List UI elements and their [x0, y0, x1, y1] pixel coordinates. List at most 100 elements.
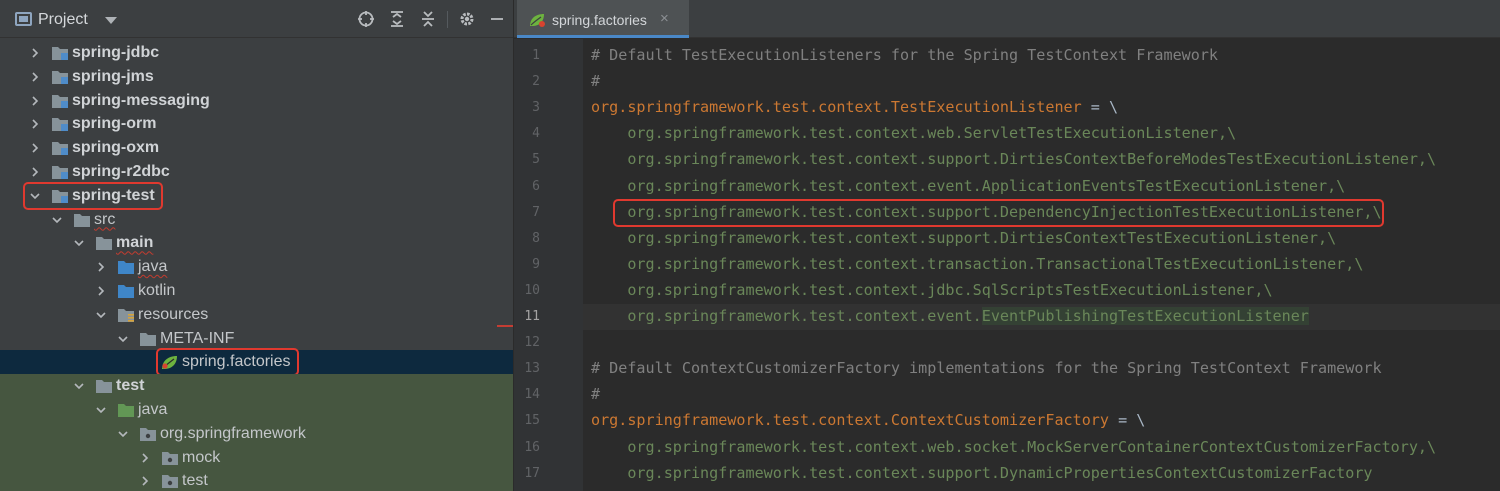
code-token: org.springframework.test.context.support… [591, 150, 1437, 169]
tree-row[interactable]: kotlin [0, 279, 513, 303]
tree-row[interactable]: test [0, 469, 513, 491]
code-line[interactable]: org.springframework.test.context.support… [591, 464, 1372, 482]
code-line[interactable]: org.springframework.test.context.event.A… [591, 177, 1345, 195]
collapse-all-icon[interactable] [419, 10, 437, 28]
chevron-down-icon[interactable] [117, 333, 129, 345]
source-folder-icon [117, 259, 135, 275]
line-number: 14 [524, 387, 540, 403]
plain-folder-icon [73, 212, 91, 228]
chevron-down-icon[interactable] [95, 309, 107, 321]
highlight-box [23, 181, 163, 210]
chevron-right-icon[interactable] [29, 47, 41, 59]
line-number: 9 [532, 256, 540, 272]
line-number: 2 [532, 74, 540, 90]
module-folder-icon [51, 45, 69, 61]
chevron-down-icon[interactable] [105, 17, 117, 24]
tree-row[interactable]: resources [0, 303, 513, 327]
tree-row[interactable]: java [0, 398, 513, 422]
line-number: 6 [532, 178, 540, 194]
editor-tab-bar: spring.factories × [514, 0, 1500, 38]
tree-row[interactable]: src [0, 208, 513, 232]
tree-row[interactable]: spring-oxm [0, 136, 513, 160]
tree-item-label: mock [182, 448, 221, 466]
code-line[interactable]: # [591, 385, 600, 403]
hide-panel-icon[interactable] [488, 10, 506, 28]
project-view-title[interactable]: Project [38, 11, 88, 29]
code-line[interactable]: org.springframework.test.context.TestExe… [591, 98, 1118, 116]
chevron-right-icon[interactable] [139, 475, 151, 487]
tree-item-label: test [182, 472, 208, 490]
tree-row[interactable]: spring-jms [0, 65, 513, 89]
code-line[interactable]: org.springframework.test.context.event.E… [591, 307, 1309, 325]
tree-item-label: spring-jms [72, 67, 154, 85]
locate-file-icon[interactable] [357, 10, 375, 28]
chevron-right-icon[interactable] [95, 285, 107, 297]
header-separator [447, 11, 448, 28]
chevron-right-icon[interactable] [29, 166, 41, 178]
code-line[interactable]: # Default ContextCustomizerFactory imple… [591, 359, 1382, 377]
code-token: EventPublishingTestExecutionListener [981, 307, 1309, 325]
tree-row[interactable]: META-INF [0, 327, 513, 351]
chevron-right-icon[interactable] [139, 452, 151, 464]
close-icon[interactable]: × [660, 10, 669, 27]
chevron-right-icon[interactable] [95, 261, 107, 273]
code-line[interactable]: # Default TestExecutionListeners for the… [591, 46, 1218, 64]
line-number: 15 [524, 413, 540, 429]
code-token: # Default ContextCustomizerFactory imple… [591, 359, 1382, 378]
code-line[interactable]: org.springframework.test.context.Context… [591, 411, 1145, 429]
code-token: org.springframework.test.context.event.A… [591, 176, 1346, 195]
chevron-down-icon[interactable] [95, 404, 107, 416]
tree-row[interactable]: spring-orm [0, 112, 513, 136]
code-line[interactable]: # [591, 72, 600, 90]
code-line[interactable]: org.springframework.test.context.support… [591, 150, 1436, 168]
tree-item-label: java [138, 258, 168, 276]
chevron-down-icon[interactable] [51, 214, 63, 226]
line-number: 17 [524, 465, 540, 481]
code-line[interactable]: org.springframework.test.context.jdbc.Sq… [591, 281, 1272, 299]
code-line[interactable]: org.springframework.test.context.transac… [591, 255, 1363, 273]
tree-row[interactable]: main [0, 231, 513, 255]
code-token: org.springframework.test.context.transac… [591, 254, 1364, 273]
tree-item-label: spring-messaging [72, 91, 210, 109]
project-window-icon [15, 12, 32, 26]
code-line[interactable]: org.springframework.test.context.web.Ser… [591, 124, 1236, 142]
plain-folder-icon [139, 331, 157, 347]
highlight-box [613, 198, 1384, 227]
expand-all-icon[interactable] [388, 10, 406, 28]
line-number: 1 [532, 48, 540, 63]
tree-item-label: META-INF [160, 329, 235, 347]
chevron-right-icon[interactable] [29, 118, 41, 130]
line-number: 8 [532, 230, 540, 246]
tab-spring-factories[interactable]: spring.factories × [517, 0, 689, 38]
chevron-right-icon[interactable] [29, 142, 41, 154]
chevron-down-icon[interactable] [117, 428, 129, 440]
project-tree: spring-jdbc spring-jms spring-messaging spr… [0, 40, 513, 491]
code-line[interactable]: org.springframework.test.context.support… [591, 229, 1336, 247]
code-token: org.springframework.test.context.TestExe… [591, 98, 1082, 117]
chevron-right-icon[interactable] [29, 71, 41, 83]
spring-leaf-icon [528, 12, 546, 28]
code-token: org.springframework.test.context.web.soc… [591, 437, 1437, 456]
tree-row[interactable]: test [0, 374, 513, 399]
line-number: 7 [532, 204, 540, 220]
chevron-down-icon[interactable] [73, 237, 85, 249]
tree-item-label: spring-r2dbc [72, 163, 170, 180]
gear-icon[interactable] [458, 10, 476, 28]
code-line[interactable]: org.springframework.test.context.web.soc… [591, 438, 1436, 456]
tree-row[interactable]: spring-r2dbc [0, 160, 513, 184]
tree-item-label: kotlin [138, 282, 176, 299]
line-number: 4 [532, 126, 540, 142]
line-number: 16 [524, 439, 540, 455]
tree-row[interactable]: org.springframework [0, 421, 513, 446]
error-stripe-mark [497, 325, 513, 327]
tree-row[interactable]: spring-jdbc [0, 41, 513, 65]
tree-item-label: spring-jdbc [72, 44, 160, 61]
tree-row[interactable]: spring-messaging [0, 89, 513, 113]
module-folder-icon [51, 164, 69, 180]
tree-item-label: spring-orm [72, 115, 157, 133]
chevron-down-icon[interactable] [73, 380, 85, 392]
chevron-right-icon[interactable] [29, 95, 41, 107]
tree-row[interactable]: java [0, 255, 513, 279]
tree-item-label: org.springframework [160, 424, 306, 442]
tree-row[interactable]: mock [0, 445, 513, 470]
